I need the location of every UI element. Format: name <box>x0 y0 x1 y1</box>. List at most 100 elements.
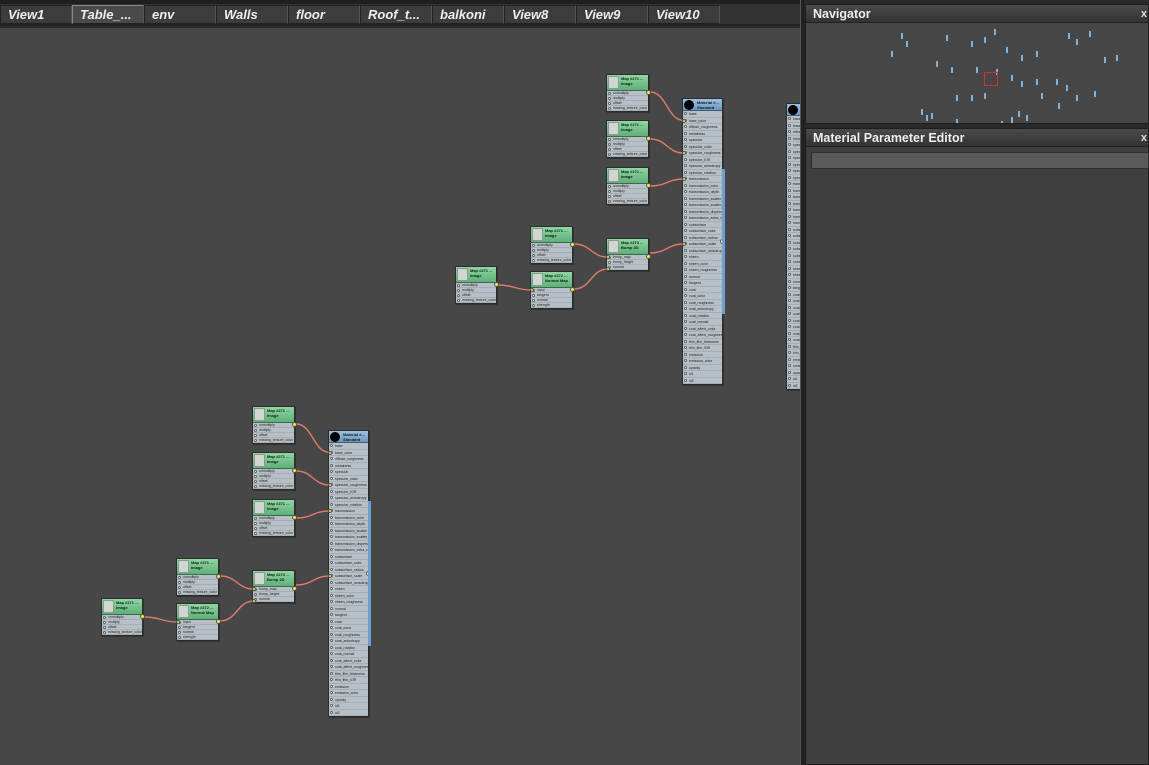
port-socket-icon[interactable] <box>684 268 687 271</box>
port-socket-icon[interactable] <box>532 304 535 307</box>
port-socket-icon[interactable] <box>330 684 333 688</box>
port-socket-icon[interactable] <box>684 320 687 323</box>
port-socket-icon[interactable] <box>684 274 687 278</box>
output-socket-icon[interactable] <box>646 90 651 95</box>
port-socket-icon[interactable] <box>330 548 333 551</box>
port-socket-icon[interactable] <box>330 658 333 662</box>
port-socket-icon[interactable] <box>684 222 687 226</box>
tab-8[interactable]: View9 <box>576 5 648 24</box>
node-view-canvas[interactable]: Map #271 ... Image unmultiply multiply offse… <box>0 28 800 765</box>
port-socket-icon[interactable] <box>608 92 611 95</box>
port-socket-icon[interactable] <box>330 678 333 681</box>
node-header[interactable]: Map #271 ... Image <box>102 599 142 615</box>
port-socket-icon[interactable] <box>684 235 687 239</box>
port-socket-icon[interactable] <box>684 287 687 291</box>
port-socket-icon[interactable] <box>788 325 791 328</box>
tab-9[interactable]: View10 <box>648 5 720 24</box>
port-socket-icon[interactable] <box>178 591 181 594</box>
connection-wire[interactable] <box>295 423 331 454</box>
material-node[interactable]: Material #...Standardbase base_colordiffu… <box>328 430 371 717</box>
port-socket-icon[interactable] <box>103 631 106 634</box>
port-socket-icon[interactable] <box>788 117 791 120</box>
image-node[interactable]: Map #271 ... Image unmultiply multiply offse… <box>606 120 651 158</box>
bump-node[interactable]: Map #273 ... Bump 2D bump_map bump_height no… <box>252 570 297 603</box>
port-socket-icon[interactable] <box>788 227 791 231</box>
port-socket-icon[interactable] <box>788 247 791 250</box>
image-node[interactable]: Map #271 ... Image unmultiply multiply offse… <box>252 406 297 444</box>
port-socket-icon[interactable] <box>330 554 333 558</box>
node-header[interactable]: Map #271 ... Image <box>253 407 294 423</box>
port-socket-icon[interactable] <box>684 372 687 375</box>
connected-input-icon[interactable] <box>682 118 686 123</box>
output-socket-icon[interactable] <box>646 254 651 259</box>
image-node[interactable]: Map #271 ... Image unmultiply multiply offse… <box>606 167 651 205</box>
port-socket-icon[interactable] <box>684 294 687 297</box>
output-socket-icon[interactable] <box>646 183 651 188</box>
port-socket-icon[interactable] <box>330 671 333 675</box>
image-node[interactable]: Map #271 ... Image unmultiply multiply offse… <box>455 266 499 304</box>
port-socket-icon[interactable] <box>788 123 791 127</box>
port-socket-icon[interactable] <box>330 632 333 636</box>
connected-input-icon[interactable] <box>176 620 180 624</box>
port-socket-icon[interactable] <box>684 307 687 310</box>
port-socket-icon[interactable] <box>788 377 791 380</box>
port-socket-icon[interactable] <box>254 522 257 525</box>
port-socket-icon[interactable] <box>254 480 257 483</box>
port-socket-icon[interactable] <box>330 639 333 642</box>
input-port[interactable]: strength <box>177 635 218 640</box>
port-socket-icon[interactable] <box>178 576 181 579</box>
port-socket-icon[interactable] <box>330 704 333 707</box>
connection-wire[interactable] <box>573 243 609 258</box>
input-port[interactable]: missing_texture_color <box>607 106 648 111</box>
port-socket-icon[interactable] <box>254 434 257 437</box>
port-socket-icon[interactable] <box>684 131 687 135</box>
input-port[interactable]: strength <box>531 303 572 308</box>
connection-wire[interactable] <box>219 600 255 622</box>
port-socket-icon[interactable] <box>532 259 535 262</box>
output-socket-icon[interactable] <box>292 422 297 427</box>
port-socket-icon[interactable] <box>684 190 687 193</box>
port-socket-icon[interactable] <box>330 496 333 499</box>
port-socket-icon[interactable] <box>608 185 611 188</box>
port-socket-icon[interactable] <box>788 351 791 354</box>
port-socket-icon[interactable] <box>684 216 687 219</box>
connection-wire[interactable] <box>649 178 685 187</box>
port-socket-icon[interactable] <box>330 710 333 714</box>
port-socket-icon[interactable] <box>608 153 611 156</box>
port-socket-icon[interactable] <box>608 195 611 198</box>
node-header[interactable]: Map #272 ... Normal Map <box>531 272 572 288</box>
port-socket-icon[interactable] <box>457 289 460 292</box>
node-header[interactable]: Material #...Standard <box>329 431 368 443</box>
parameter-editor-field[interactable] <box>811 152 1149 169</box>
output-socket-icon[interactable] <box>646 136 651 141</box>
connected-input-icon[interactable] <box>682 242 686 246</box>
port-socket-icon[interactable] <box>330 541 333 545</box>
port-socket-icon[interactable] <box>178 581 181 584</box>
material-node[interactable]: Material #...Standardbase base_colordiffu… <box>786 103 800 390</box>
node-header[interactable]: Map #271 ... Image <box>253 453 294 469</box>
node-header[interactable]: Map #271 ... Image <box>177 559 218 575</box>
connected-input-icon[interactable] <box>252 587 256 591</box>
port-socket-icon[interactable] <box>684 339 687 343</box>
port-socket-icon[interactable] <box>330 470 333 473</box>
port-socket-icon[interactable] <box>788 201 791 205</box>
connection-wire[interactable] <box>649 138 685 154</box>
port-socket-icon[interactable] <box>608 97 611 100</box>
port-socket-icon[interactable] <box>684 112 687 115</box>
port-socket-icon[interactable] <box>788 312 791 315</box>
port-socket-icon[interactable] <box>788 273 791 276</box>
port-socket-icon[interactable] <box>330 697 333 701</box>
port-socket-icon[interactable] <box>788 260 791 263</box>
port-socket-icon[interactable] <box>684 229 687 232</box>
port-socket-icon[interactable] <box>788 383 791 387</box>
port-socket-icon[interactable] <box>254 532 257 535</box>
port-socket-icon[interactable] <box>788 240 791 244</box>
node-scrollbar[interactable] <box>722 169 725 314</box>
port-socket-icon[interactable] <box>254 424 257 427</box>
node-header[interactable]: Map #272 ... Normal Map <box>177 604 218 620</box>
port-socket-icon[interactable] <box>684 164 687 167</box>
normal-node[interactable]: Map #272 ... Normal Map input tangent normal… <box>530 271 575 309</box>
port-socket-icon[interactable] <box>330 580 333 584</box>
port-socket-icon[interactable] <box>684 333 687 336</box>
node-header[interactable]: Material #...Standard <box>787 104 800 116</box>
